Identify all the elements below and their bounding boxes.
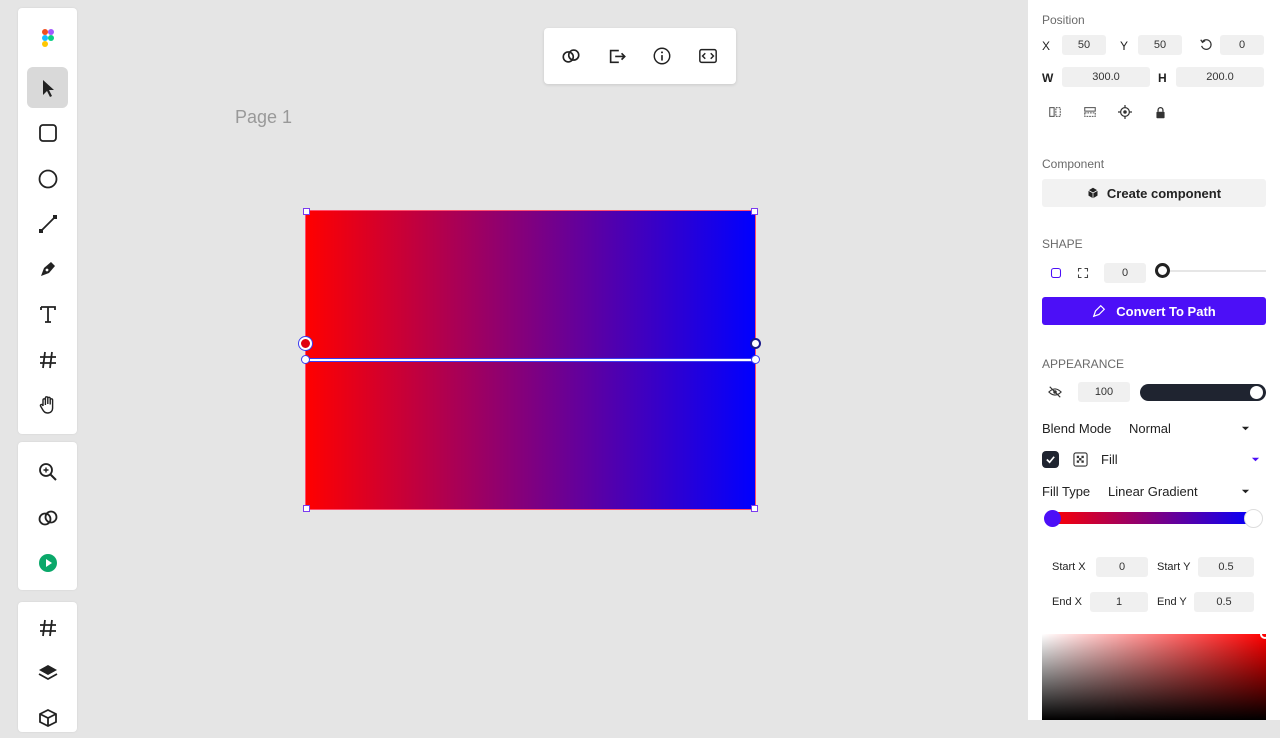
text-icon[interactable] [27,293,68,334]
fill-type-select[interactable]: Linear Gradient [1108,484,1198,499]
gradient-end-handle[interactable] [750,338,761,349]
gradient-width-handle-right[interactable] [751,355,760,364]
y-label: Y [1120,39,1129,53]
pen-icon [1092,304,1106,318]
opacity-field[interactable]: 100 [1078,382,1130,402]
radius-slider-thumb[interactable] [1155,263,1170,278]
align-horizontal-icon[interactable] [1047,104,1063,120]
radius-field[interactable]: 0 [1104,263,1146,283]
info-icon[interactable] [650,44,674,68]
resize-handle-bottom-right[interactable] [751,505,758,512]
fill-checkbox-icon[interactable] [1042,451,1059,468]
zoom-icon[interactable] [27,451,68,492]
design-panel: Position X 50 Y 50 0 W 300.0 H 200.0 Com… [1028,0,1280,720]
tool-panel-bottom [18,602,77,732]
gradient-stop-end[interactable] [1244,509,1263,528]
w-label: W [1042,71,1054,85]
play-icon[interactable] [27,542,68,583]
fill-type-label: Fill Type [1042,484,1091,499]
eye-off-icon[interactable] [1047,384,1063,400]
radius-all-icon[interactable] [1048,265,1064,281]
gradient-guide-line [306,358,756,362]
start-x-label: Start X [1052,561,1086,573]
chevron-down-icon[interactable] [1250,454,1260,464]
rotation-field[interactable]: 0 [1220,35,1264,55]
end-x-field[interactable]: 1 [1090,592,1148,612]
radius-slider-track[interactable] [1162,270,1266,272]
h-field[interactable]: 200.0 [1176,67,1264,87]
page-label: Page 1 [235,107,293,127]
w-field[interactable]: 300.0 [1062,67,1150,87]
x-field[interactable]: 50 [1062,35,1106,55]
tool-panel-main [18,8,77,434]
hand-icon[interactable] [27,384,68,425]
h-label: H [1158,71,1167,85]
resize-handle-bottom-left[interactable] [303,505,310,512]
y-field[interactable]: 50 [1138,35,1182,55]
end-x-label: End X [1052,596,1082,608]
chevron-down-icon[interactable] [1240,486,1250,496]
target-icon[interactable] [1117,104,1133,120]
color-picker-cursor[interactable] [1260,629,1270,639]
frame-icon[interactable] [27,339,68,380]
code-icon[interactable] [696,44,720,68]
blend-mode-select[interactable]: Normal [1129,421,1171,436]
line-icon[interactable] [27,203,68,244]
chevron-down-icon[interactable] [1240,423,1250,433]
convert-to-path-button[interactable]: Convert To Path [1042,297,1266,325]
top-toolbar [544,28,736,84]
rotation-icon [1198,37,1214,53]
pen-icon[interactable] [27,248,68,289]
component-icon[interactable] [27,697,68,738]
gradient-stop-start[interactable] [1044,510,1061,527]
align-vertical-icon[interactable] [1082,104,1098,120]
shape-title: SHAPE [1042,237,1083,251]
logo-icon [27,17,68,58]
start-y-label: Start Y [1157,561,1191,573]
export-icon[interactable] [605,44,629,68]
create-component-button[interactable]: Create component [1042,179,1266,207]
tool-panel-view [18,442,77,590]
gradient-width-handle-left[interactable] [301,355,310,364]
radius-independent-icon[interactable] [1075,265,1091,281]
opacity-slider[interactable] [1140,384,1266,401]
lock-icon[interactable] [1152,104,1168,120]
opacity-slider-thumb[interactable] [1250,386,1263,399]
color-picker-area[interactable] [1042,634,1266,720]
convert-to-path-label: Convert To Path [1116,303,1216,319]
end-y-label: End Y [1157,596,1187,608]
gradient-bar[interactable] [1050,512,1256,524]
x-label: X [1042,39,1051,53]
component-title: Component [1042,157,1105,171]
frame-icon[interactable] [27,607,68,648]
create-component-label: Create component [1106,185,1222,201]
link-icon[interactable] [559,44,583,68]
gradient-start-handle[interactable] [299,337,312,350]
component-icon [1087,187,1099,199]
appearance-title: APPEARANCE [1042,357,1125,371]
blend-mode-label: Blend Mode [1042,421,1112,436]
rectangle-icon[interactable] [27,112,68,153]
fill-pattern-icon [1072,451,1089,468]
end-y-field[interactable]: 0.5 [1194,592,1254,612]
resize-handle-top-right[interactable] [751,208,758,215]
fill-label: Fill [1101,452,1118,467]
pointer-icon[interactable] [27,67,68,108]
layers-icon[interactable] [27,652,68,693]
resize-handle-top-left[interactable] [303,208,310,215]
start-y-field[interactable]: 0.5 [1198,557,1254,577]
link-icon[interactable] [27,497,68,538]
ellipse-icon[interactable] [27,158,68,199]
position-title: Position [1042,13,1085,27]
start-x-field[interactable]: 0 [1096,557,1148,577]
